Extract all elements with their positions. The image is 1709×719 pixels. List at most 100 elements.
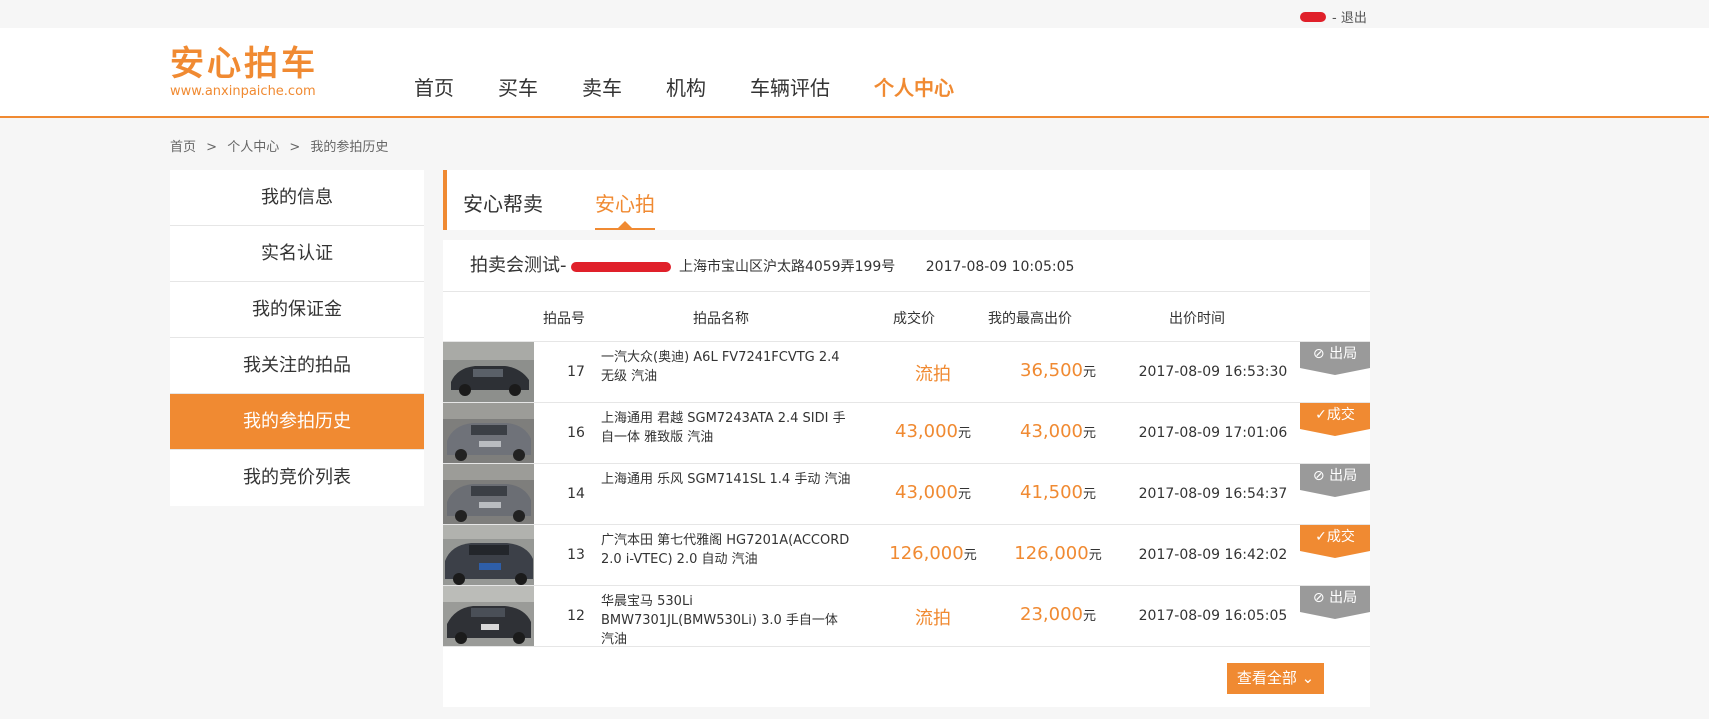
lot-number: 17 (567, 364, 585, 380)
status-label: 出局 (1329, 590, 1358, 606)
nav-personal-center[interactable]: 个人中心 (874, 72, 954, 101)
lot-number: 14 (567, 486, 585, 502)
sidebar-item-verification[interactable]: 实名认证 (170, 226, 424, 282)
status-badge: ⊘ 出局 (1300, 586, 1370, 619)
sidebar: 我的信息 实名认证 我的保证金 我关注的拍品 我的参拍历史 我的竞价列表 (170, 170, 424, 506)
deal-price-value: 43,000 (895, 421, 958, 442)
my-bid-value: 41,500 (1020, 482, 1083, 503)
main-nav: 首页 买车 卖车 机构 车辆评估 个人中心 (414, 72, 998, 101)
view-all-button[interactable]: 查看全部 ⌄ (1227, 663, 1324, 694)
col-lot-number: 拍品号 (543, 311, 585, 327)
col-bid-time: 出价时间 (1169, 311, 1225, 327)
logout-link[interactable]: - 退出 (1332, 7, 1367, 26)
car-thumbnail[interactable] (443, 586, 534, 646)
nav-home[interactable]: 首页 (414, 72, 454, 101)
sidebar-item-deposit[interactable]: 我的保证金 (170, 282, 424, 338)
table-row[interactable]: 17 一汽大众(奥迪) A6L FV7241FCVTG 2.4 无级 汽油 流拍… (443, 342, 1370, 403)
table-row[interactable]: 12 华晨宝马 530Li BMW7301JL(BMW530Li) 3.0 手自… (443, 586, 1370, 647)
lot-title[interactable]: 华晨宝马 530Li BMW7301JL(BMW530Li) 3.0 手自一体 … (601, 592, 851, 649)
site-logo[interactable]: 安心拍车 www.anxinpaiche.com (170, 46, 318, 99)
bid-time: 2017-08-09 16:53:30 (1138, 364, 1288, 380)
lot-number: 16 (567, 425, 585, 441)
lot-title[interactable]: 上海通用 君越 SGM7243ATA 2.4 SIDI 手自一体 雅致版 汽油 (601, 409, 851, 447)
auction-panel: 拍卖会测试- 上海市宝山区沪太路4059弄199号 2017-08-09 10:… (443, 240, 1370, 707)
status-label: 出局 (1329, 468, 1358, 484)
price-unit: 元 (957, 426, 971, 441)
status-label: 出局 (1329, 346, 1358, 362)
tab-assisted-sale[interactable]: 安心帮卖 (463, 188, 543, 217)
top-bar: - 退出 (0, 0, 1709, 28)
price-unit: 元 (963, 548, 977, 563)
breadcrumb: 首页 > 个人中心 > 我的参拍历史 (170, 136, 394, 155)
price-unit: 元 (957, 487, 971, 502)
table-row[interactable]: 14 上海通用 乐风 SGM7141SL 1.4 手动 汽油 43,000元 4… (443, 464, 1370, 525)
deal-price-value: 126,000 (889, 543, 964, 564)
breadcrumb-personal-center[interactable]: 个人中心 (227, 140, 279, 155)
lot-number: 12 (567, 608, 585, 624)
bid-time: 2017-08-09 16:42:02 (1138, 547, 1288, 563)
table-row[interactable]: 13 广汽本田 第七代雅阁 HG7201A(ACCORD 2.0 i-VTEC)… (443, 525, 1370, 586)
auction-header: 拍卖会测试- 上海市宝山区沪太路4059弄199号 2017-08-09 10:… (443, 240, 1370, 292)
bid-time: 2017-08-09 16:54:37 (1138, 486, 1288, 502)
badge-tail (1300, 612, 1370, 619)
car-thumbnail[interactable] (443, 525, 534, 585)
lot-title[interactable]: 上海通用 乐风 SGM7141SL 1.4 手动 汽油 (601, 470, 851, 489)
breadcrumb-separator: > (206, 140, 218, 155)
deal-price-value: 流拍 (915, 608, 951, 629)
check-icon: ✓ (1315, 407, 1327, 423)
logo-text: 安心拍车 (170, 44, 318, 84)
badge-tail (1300, 368, 1370, 375)
deal-price-value: 43,000 (895, 482, 958, 503)
lot-title[interactable]: 广汽本田 第七代雅阁 HG7201A(ACCORD 2.0 i-VTEC) 2.… (601, 531, 851, 569)
price-unit: 元 (1082, 426, 1096, 441)
ban-icon: ⊘ (1312, 590, 1330, 606)
sidebar-item-auction-history[interactable]: 我的参拍历史 (170, 394, 424, 450)
nav-institutions[interactable]: 机构 (666, 72, 706, 101)
status-badge: ✓成交 (1300, 403, 1370, 436)
sidebar-item-watched-lots[interactable]: 我关注的拍品 (170, 338, 424, 394)
col-lot-name: 拍品名称 (693, 311, 749, 327)
table-header: 拍品号 拍品名称 成交价 我的最高出价 出价时间 (443, 292, 1370, 342)
badge-tail (1300, 490, 1370, 497)
deal-price-value: 流拍 (915, 364, 951, 385)
active-tab-caret (618, 221, 632, 228)
status-badge: ✓成交 (1300, 525, 1370, 558)
auction-name: 拍卖会测试- (470, 255, 567, 276)
car-thumbnail[interactable] (443, 342, 534, 402)
auction-time: 2017-08-09 10:05:05 (925, 259, 1075, 275)
col-my-highest-bid: 我的最高出价 (988, 311, 1072, 327)
col-deal-price: 成交价 (893, 311, 935, 327)
nav-buy-car[interactable]: 买车 (498, 72, 538, 101)
lot-number: 13 (567, 547, 585, 563)
status-badge: ⊘ 出局 (1300, 342, 1370, 375)
panel-footer: 查看全部 ⌄ (443, 647, 1370, 707)
bid-time: 2017-08-09 16:05:05 (1138, 608, 1288, 624)
my-bid-value: 43,000 (1020, 421, 1083, 442)
sidebar-item-my-info[interactable]: 我的信息 (170, 170, 424, 226)
my-bid-value: 23,000 (1020, 604, 1083, 625)
ban-icon: ⊘ (1312, 468, 1330, 484)
price-unit: 元 (1082, 365, 1096, 380)
breadcrumb-home[interactable]: 首页 (170, 140, 196, 155)
redacted-username (1300, 11, 1326, 22)
redacted-auction-code (570, 262, 671, 272)
tab-anxin-auction[interactable]: 安心拍 (595, 188, 655, 217)
status-label: 成交 (1326, 407, 1355, 423)
sidebar-item-bid-list[interactable]: 我的竞价列表 (170, 450, 424, 506)
car-thumbnail[interactable] (443, 464, 534, 524)
breadcrumb-separator: > (289, 140, 301, 155)
table-row[interactable]: 16 上海通用 君越 SGM7243ATA 2.4 SIDI 手自一体 雅致版 … (443, 403, 1370, 464)
badge-tail (1300, 429, 1370, 436)
nav-sell-car[interactable]: 卖车 (582, 72, 622, 101)
my-bid-value: 126,000 (1014, 543, 1089, 564)
status-badge: ⊘ 出局 (1300, 464, 1370, 497)
logo-url: www.anxinpaiche.com (170, 84, 316, 99)
nav-vehicle-evaluation[interactable]: 车辆评估 (750, 72, 830, 101)
car-thumbnail[interactable] (443, 403, 534, 463)
price-unit: 元 (1082, 609, 1096, 624)
price-unit: 元 (1088, 548, 1102, 563)
main-content: 安心帮卖 安心拍 拍卖会测试- 上海市宝山区沪太路4059弄199号 2017-… (443, 170, 1370, 707)
user-area: - 退出 (1300, 7, 1367, 26)
auction-address: 上海市宝山区沪太路4059弄199号 (678, 259, 896, 275)
lot-title[interactable]: 一汽大众(奥迪) A6L FV7241FCVTG 2.4 无级 汽油 (601, 348, 851, 386)
